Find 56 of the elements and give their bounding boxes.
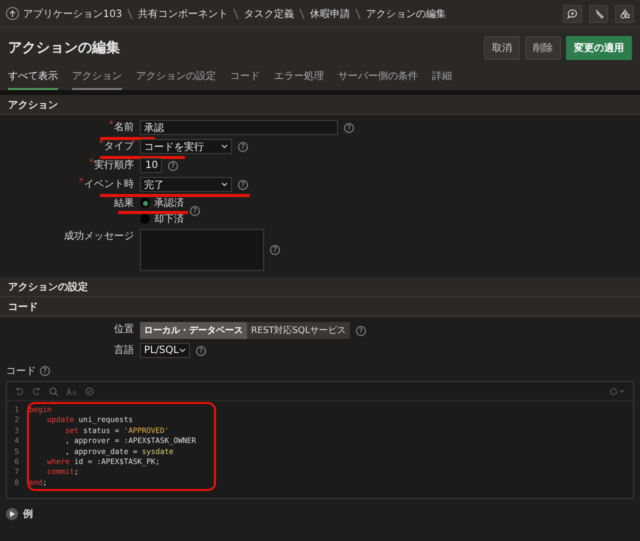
breadcrumb-link[interactable]: アクションの編集 [366, 6, 446, 20]
field-label: 結果 [114, 197, 135, 211]
shapes-icon[interactable] [615, 4, 634, 22]
message-field[interactable] [140, 229, 264, 271]
play-icon [10, 511, 14, 517]
field-label: 位置 [114, 322, 135, 337]
radio-option[interactable]: 却下済 [140, 212, 184, 226]
tab[interactable]: エラー処理 [274, 64, 324, 90]
field-label: 言語 [114, 344, 135, 358]
section-header: コード [0, 297, 640, 317]
breadcrumb-link[interactable]: 共有コンポーネント [138, 6, 228, 20]
expand-button[interactable] [6, 508, 18, 520]
header-button[interactable]: 削除 [525, 36, 561, 60]
up-icon[interactable] [6, 7, 19, 20]
comment-icon[interactable] [563, 4, 582, 22]
field-label: コード [6, 365, 36, 378]
redo-icon[interactable] [32, 386, 41, 396]
field-label: 成功メッセージ [64, 230, 135, 244]
select-field[interactable]: PL/SQL [140, 343, 190, 358]
breadcrumb-link[interactable]: アプリケーション103 [23, 6, 122, 20]
required-mark: * [89, 157, 94, 170]
tool-icon[interactable] [589, 4, 608, 22]
separator-icon [126, 8, 134, 20]
header-button[interactable]: 取消 [484, 36, 520, 60]
breadcrumb-link[interactable]: 休暇申請 [310, 6, 350, 20]
separator-icon [232, 8, 240, 20]
chevron-icon [221, 182, 228, 187]
validate-icon[interactable] [85, 386, 94, 396]
separator-icon [298, 8, 306, 20]
separator-icon [354, 8, 362, 20]
radio-option[interactable]: 承認済 [140, 196, 184, 210]
tab[interactable]: コード [230, 64, 260, 90]
required-mark: * [99, 138, 104, 151]
select-field[interactable]: 完了 [140, 177, 232, 192]
required-mark: * [109, 119, 114, 132]
search-icon[interactable] [49, 386, 58, 396]
tab[interactable]: アクションの設定 [136, 64, 216, 90]
chevron-icon [221, 144, 228, 149]
format-icon[interactable] [66, 386, 77, 396]
tab[interactable]: サーバー側の条件 [338, 64, 418, 90]
select-field[interactable]: コードを実行 [140, 139, 232, 154]
example-label[interactable]: 例 [23, 507, 33, 521]
number-field[interactable]: 10 [140, 158, 162, 173]
page-title: アクションの編集 [8, 39, 120, 57]
section-header: アクションの設定 [0, 277, 640, 297]
tab[interactable]: 詳細 [432, 64, 452, 90]
segment-button[interactable]: REST対応SQLサービス [247, 322, 350, 339]
chevron-icon [179, 348, 186, 353]
settings-icon[interactable] [609, 386, 625, 396]
undo-icon[interactable] [15, 386, 24, 396]
required-mark: * [79, 176, 84, 189]
segment-button[interactable]: ローカル・データベース [140, 322, 247, 339]
section-header: アクション [0, 95, 640, 115]
name-field[interactable]: 承認 [140, 120, 338, 135]
apply-button[interactable]: 変更の適用 [566, 36, 632, 60]
breadcrumb-link[interactable]: タスク定義 [244, 6, 294, 20]
